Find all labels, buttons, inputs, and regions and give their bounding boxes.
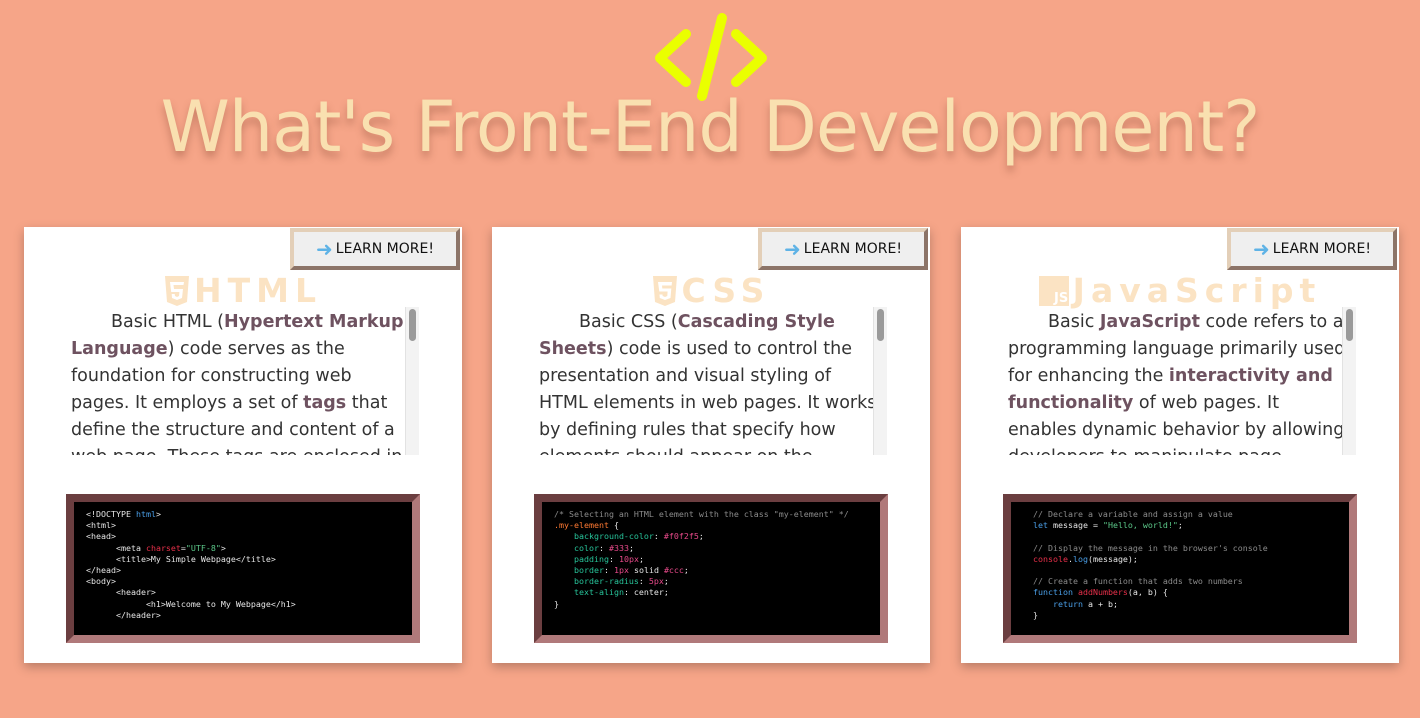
js-icon: JS — [1038, 275, 1069, 306]
code-sample: <!DOCTYPE html> <html> <head> <meta char… — [86, 509, 296, 620]
card-heading-text: CSS — [681, 271, 771, 310]
description-scroll-area[interactable]: Basic HTML (Hypertext Markup Language) c… — [71, 309, 420, 455]
arrow-right-icon: ➜ — [1253, 237, 1270, 261]
code-sample: /* Selecting an HTML element with the cl… — [554, 509, 849, 609]
code-sample: // Declare a variable and assign a value… — [1032, 509, 1268, 620]
scrollbar[interactable] — [873, 307, 887, 455]
page-title: What's Front-End Development? — [160, 86, 1261, 168]
scrollbar[interactable] — [405, 307, 419, 455]
scrollbar-thumb[interactable] — [1346, 309, 1353, 341]
html5-icon — [165, 275, 189, 306]
css-card: ➜ LEARN MORE! CSS Basic CSS (Cascading S… — [492, 227, 930, 663]
javascript-card: ➜ LEARN MORE! JS JavaScript Basic JavaSc… — [961, 227, 1399, 663]
card-heading-text: HTML — [194, 271, 322, 310]
learn-more-button-html[interactable]: ➜ LEARN MORE! — [290, 228, 460, 270]
learn-more-label: LEARN MORE! — [803, 241, 902, 257]
code-sample-frame: /* Selecting an HTML element with the cl… — [534, 494, 888, 643]
css3-icon — [652, 275, 677, 306]
card-heading-html: HTML — [24, 271, 462, 310]
arrow-right-icon: ➜ — [784, 237, 801, 261]
learn-more-button-css[interactable]: ➜ LEARN MORE! — [758, 228, 928, 270]
card-description: Basic HTML (Hypertext Markup Language) c… — [71, 312, 404, 455]
scrollbar-thumb[interactable] — [409, 309, 416, 341]
scrollbar-thumb[interactable] — [877, 309, 884, 341]
description-scroll-area[interactable]: Basic JavaScript code refers to a progra… — [1008, 309, 1357, 455]
card-heading-css: CSS — [492, 271, 930, 310]
description-scroll-area[interactable]: Basic CSS (Cascading Style Sheets) code … — [539, 309, 888, 455]
learn-more-label: LEARN MORE! — [1272, 241, 1371, 257]
card-description: Basic CSS (Cascading Style Sheets) code … — [539, 312, 877, 455]
arrow-right-icon: ➜ — [316, 237, 333, 261]
learn-more-button-javascript[interactable]: ➜ LEARN MORE! — [1227, 228, 1397, 270]
svg-text:JS: JS — [1053, 291, 1068, 306]
html-card: ➜ LEARN MORE! HTML Basic HTML (Hypertext… — [24, 227, 462, 663]
card-description: Basic JavaScript code refers to a progra… — [1008, 312, 1346, 455]
learn-more-label: LEARN MORE! — [335, 241, 434, 257]
code-sample-frame: // Declare a variable and assign a value… — [1003, 494, 1357, 643]
card-heading-text: JavaScript — [1072, 271, 1322, 310]
scrollbar[interactable] — [1342, 307, 1356, 455]
code-sample-frame: <!DOCTYPE html> <html> <head> <meta char… — [66, 494, 420, 643]
card-heading-javascript: JS JavaScript — [961, 271, 1399, 310]
